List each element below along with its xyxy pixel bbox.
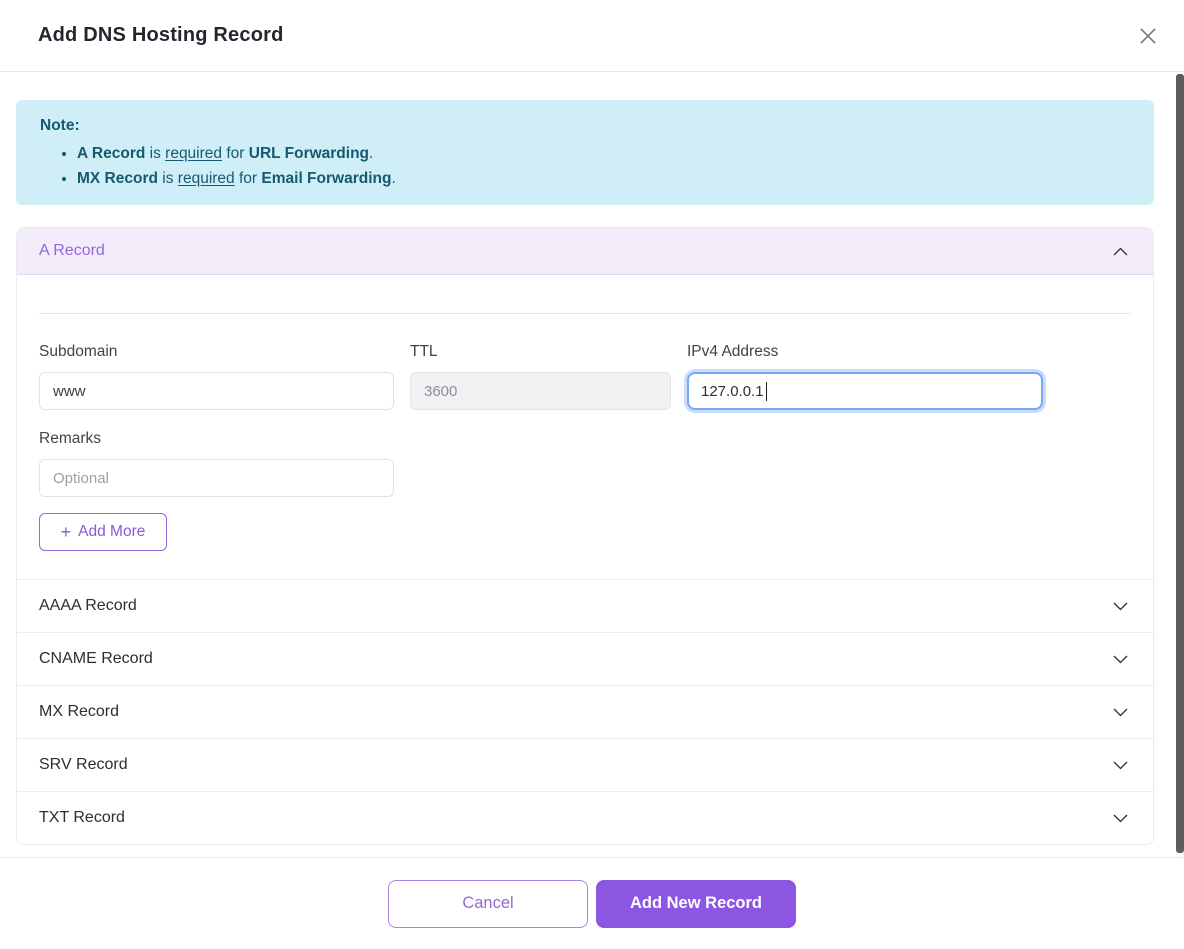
chevron-down-icon	[1113, 655, 1128, 664]
ipv4-field-group: IPv4 Address 127.0.0.1	[687, 343, 1043, 410]
accordion-header-aaaa-record[interactable]: AAAA Record	[17, 579, 1153, 632]
remarks-field-group: Remarks	[39, 430, 394, 497]
chevron-down-icon	[1113, 761, 1128, 770]
remarks-input[interactable]	[39, 459, 394, 497]
ttl-label: TTL	[410, 343, 671, 361]
plus-icon: +	[61, 523, 72, 541]
note-list: A Record is required for URL Forwarding.…	[40, 141, 1130, 191]
add-more-label: Add More	[78, 523, 145, 541]
add-dns-record-dialog: Add DNS Hosting Record Note: A Record is…	[0, 0, 1184, 949]
ttl-input	[410, 372, 671, 410]
dialog-footer: Cancel Add New Record	[0, 857, 1184, 949]
note-box: Note: A Record is required for URL Forwa…	[16, 100, 1154, 205]
scrollbar[interactable]	[1176, 72, 1184, 857]
chevron-up-icon	[1113, 247, 1128, 256]
accordion-header-txt-record[interactable]: TXT Record	[17, 791, 1153, 844]
close-icon	[1138, 26, 1158, 46]
scrollbar-thumb[interactable]	[1176, 74, 1184, 853]
a-record-header-label: A Record	[39, 242, 105, 260]
subdomain-label: Subdomain	[39, 343, 394, 361]
subdomain-field-group: Subdomain	[39, 343, 394, 410]
subdomain-input[interactable]	[39, 372, 394, 410]
add-new-record-button[interactable]: Add New Record	[596, 880, 796, 928]
remarks-label: Remarks	[39, 430, 394, 448]
add-more-button[interactable]: + Add More	[39, 513, 167, 551]
accordion-header-mx-record[interactable]: MX Record	[17, 685, 1153, 738]
ttl-field-group: TTL	[410, 343, 671, 410]
chevron-down-icon	[1113, 708, 1128, 717]
dialog-header: Add DNS Hosting Record	[0, 0, 1184, 72]
accordion-header-a-record[interactable]: A Record	[17, 228, 1153, 275]
divider	[39, 313, 1131, 314]
accordion-header-srv-record[interactable]: SRV Record	[17, 738, 1153, 791]
ipv4-input[interactable]: 127.0.0.1	[687, 372, 1043, 410]
note-item-a-record: A Record is required for URL Forwarding.	[77, 141, 1130, 166]
a-record-panel: Subdomain TTL IPv4 Address 127.0.0.1	[17, 313, 1153, 579]
text-cursor	[766, 382, 768, 401]
note-heading: Note:	[40, 117, 1130, 135]
dialog-title: Add DNS Hosting Record	[38, 24, 284, 47]
chevron-down-icon	[1113, 602, 1128, 611]
ipv4-label: IPv4 Address	[687, 343, 1043, 361]
note-item-mx-record: MX Record is required for Email Forwardi…	[77, 166, 1130, 191]
ipv4-value: 127.0.0.1	[701, 383, 764, 400]
record-type-accordion: A Record Subdomain	[16, 227, 1154, 845]
cancel-button[interactable]: Cancel	[388, 880, 588, 928]
close-button[interactable]	[1134, 22, 1162, 50]
dialog-body: Note: A Record is required for URL Forwa…	[0, 72, 1184, 857]
chevron-down-icon	[1113, 814, 1128, 823]
accordion-header-cname-record[interactable]: CNAME Record	[17, 632, 1153, 685]
